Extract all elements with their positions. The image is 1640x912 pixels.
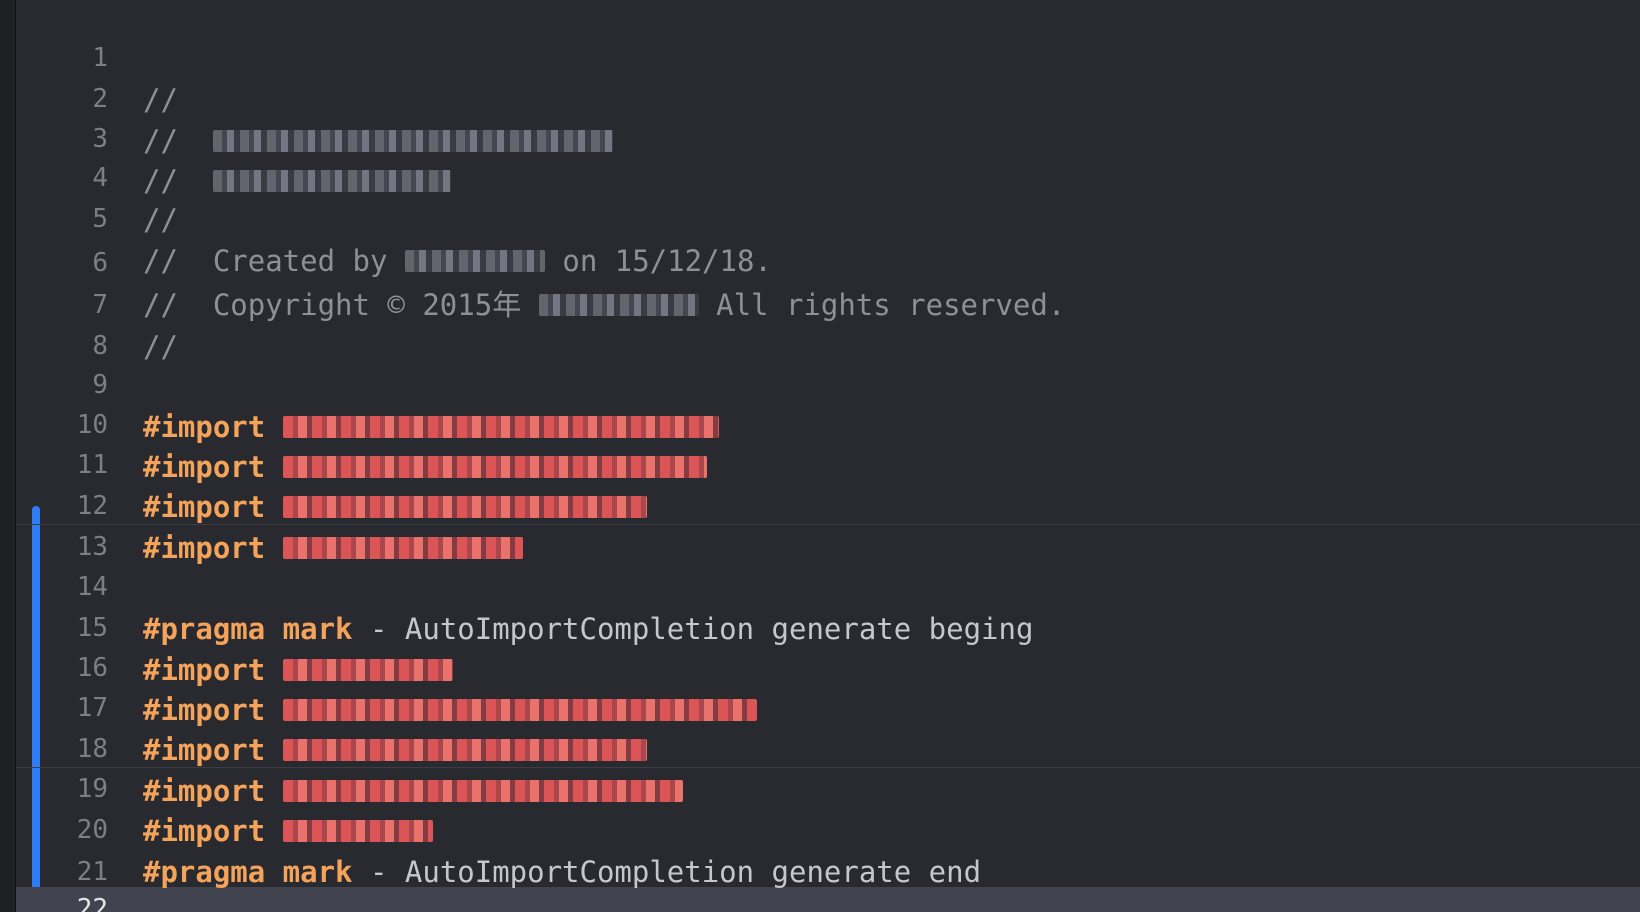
preprocessor-keyword: #import xyxy=(143,814,266,848)
preprocessor-keyword: #import xyxy=(143,693,266,727)
redacted-import-path xyxy=(282,537,523,559)
code-line[interactable]: 2 // xyxy=(0,36,613,158)
code-line[interactable]: 10 #import xyxy=(0,362,707,484)
code-line[interactable]: 4 // xyxy=(0,115,178,237)
redacted-import-path xyxy=(282,659,453,681)
preprocessor-keyword: #import xyxy=(143,733,266,767)
code-line[interactable]: 13 xyxy=(0,484,108,562)
code-line-current[interactable]: 22 xyxy=(0,846,108,912)
redacted-import-path xyxy=(282,416,719,438)
code-line[interactable]: 7 // xyxy=(0,242,178,364)
code-line[interactable]: 14 #pragma mark - AutoImportCompletion g… xyxy=(0,524,1034,646)
redacted-owner xyxy=(538,294,699,316)
redacted-import-path xyxy=(282,739,647,761)
comment-text: // xyxy=(143,164,213,198)
comment-text: // Copyright © 2015年 xyxy=(143,288,539,322)
code-line[interactable]: 11 #import xyxy=(0,402,647,524)
redacted-import-path xyxy=(282,496,647,518)
code-line[interactable]: 18 #import xyxy=(0,686,683,808)
redacted-import-path xyxy=(282,780,683,802)
code-line[interactable]: 8 xyxy=(0,283,108,361)
comment-text: All rights reserved. xyxy=(698,288,1066,322)
code-line[interactable]: 15 #import xyxy=(0,565,453,687)
comment-text: // xyxy=(143,203,178,237)
preprocessor-keyword: #import xyxy=(143,653,266,687)
code-line[interactable]: 20 #pragma mark - AutoImportCompletion g… xyxy=(0,767,981,889)
code-line[interactable]: 16 #import xyxy=(0,605,757,727)
code-line[interactable]: 9 #import xyxy=(0,322,719,444)
preprocessor-keyword: #import xyxy=(143,774,266,808)
redacted-import-path xyxy=(282,456,707,478)
preprocessor-keyword: #import xyxy=(143,490,266,524)
comment-text: // xyxy=(143,124,213,158)
redacted-text xyxy=(212,130,613,152)
code-line[interactable]: 19 #import xyxy=(0,726,433,848)
code-line[interactable]: 1 // xyxy=(0,0,178,117)
code-line[interactable]: 6 // Copyright © 2015年 All rights reserv… xyxy=(0,200,1065,322)
preprocessor-keyword: #import xyxy=(143,450,266,484)
code-line[interactable]: 21 xyxy=(0,809,108,887)
redacted-import-path xyxy=(282,820,433,842)
pragma-mark-text: - AutoImportCompletion generate end xyxy=(352,855,982,889)
comment-text: // xyxy=(143,83,178,117)
redacted-import-path xyxy=(282,699,757,721)
comment-text: on 15/12/18. xyxy=(544,244,772,278)
redacted-text xyxy=(212,170,451,192)
pragma-mark-keyword: #pragma mark xyxy=(143,612,353,646)
pragma-mark-text: - AutoImportCompletion generate beging xyxy=(352,612,1034,646)
pragma-mark-keyword: #pragma mark xyxy=(143,855,353,889)
preprocessor-keyword: #import xyxy=(143,410,266,444)
code-line[interactable]: 3 // xyxy=(0,76,451,198)
comment-text: // xyxy=(143,330,178,364)
code-editor[interactable]: 1 // 2 // 3 // 4 // 5 // Created by on 1… xyxy=(0,0,1640,912)
line-number: 22 xyxy=(76,894,108,912)
preprocessor-keyword: #import xyxy=(143,531,266,565)
redacted-author xyxy=(404,250,545,272)
code-line[interactable]: 17 #import xyxy=(0,645,647,767)
comment-text: // Created by xyxy=(143,244,405,278)
code-line[interactable]: 5 // Created by on 15/12/18. xyxy=(0,156,772,278)
code-line[interactable]: 12 #import xyxy=(0,443,523,565)
